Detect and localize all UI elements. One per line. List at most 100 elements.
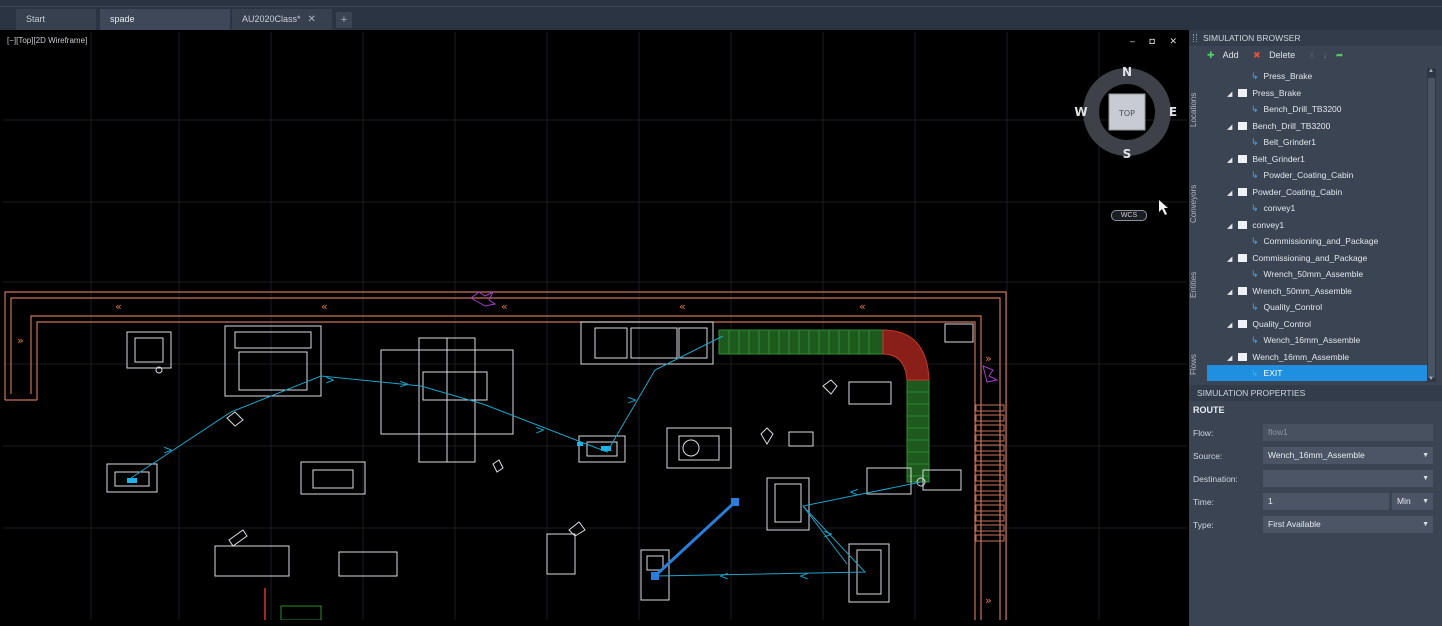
tree-item-label: Press_Brake [1263, 71, 1313, 81]
expand-triangle-icon[interactable]: ◢ [1227, 256, 1232, 263]
route-grip[interactable] [651, 572, 659, 580]
tree-flow-group[interactable]: ◢ Quality_Control [1207, 316, 1427, 332]
route-arrow-icon: ↳ [1251, 203, 1259, 213]
group-box-icon [1238, 154, 1248, 163]
side-tab-conveyors[interactable]: Conveyors [1189, 168, 1205, 240]
add-button[interactable]: ✚ Add [1207, 50, 1245, 60]
svg-text:<: < [849, 485, 859, 499]
tab-au2020class[interactable]: AU2020Class* ✕ [232, 9, 332, 30]
tree-flow-item[interactable]: ↳ Bench_Drill_TB3200 [1207, 101, 1427, 117]
new-tab-icon[interactable]: + [336, 12, 352, 28]
tab-start[interactable]: Start [16, 9, 96, 30]
expand-triangle-icon[interactable]: ◢ [1227, 322, 1232, 329]
selected-route[interactable] [653, 500, 737, 578]
viewport-window-controls[interactable]: – ◘ ✕ [1130, 36, 1183, 47]
tree-item-label: Bench_Drill_TB3200 [1263, 104, 1342, 114]
tree-flow-group[interactable]: ◢ Wench_16mm_Assemble [1207, 349, 1427, 365]
chevron-down-icon: ▼ [1422, 475, 1429, 482]
tree-flow-item[interactable]: ↳ Belt_Grinder1 [1207, 134, 1427, 150]
route-arrow-icon: ↳ [1251, 104, 1259, 114]
move-down-icon[interactable]: ↓ [1323, 50, 1328, 60]
side-tab-flows[interactable]: Flows [1189, 344, 1205, 386]
tab-label: Start [26, 14, 46, 24]
tree-flow-group[interactable]: ◢ Commissioning_and_Package [1207, 250, 1427, 266]
time-unit-value: Min [1397, 496, 1411, 506]
grip-icon[interactable] [1193, 34, 1197, 42]
simulation-browser-header: SIMULATION BROWSER [1189, 30, 1442, 46]
tab-bar-strip [0, 6, 1442, 7]
expand-triangle-icon[interactable]: ◢ [1227, 355, 1232, 362]
tree-flow-group[interactable]: ◢ Belt_Grinder1 [1207, 151, 1427, 167]
tree-flow-group[interactable]: ◢ Powder_Coating_Cabin [1207, 184, 1427, 200]
grid [3, 32, 1187, 620]
viewcube[interactable]: TOP N S W E [1074, 65, 1177, 161]
flow-field[interactable]: flow1 [1263, 424, 1433, 441]
type-select[interactable]: First Available ▼ [1263, 516, 1433, 533]
type-label: Type: [1193, 520, 1214, 530]
tree-item-label: convey1 [1263, 203, 1296, 213]
compass-south[interactable]: S [1123, 147, 1132, 161]
side-tab-entities[interactable]: Entities [1189, 258, 1205, 312]
group-box-icon [1238, 253, 1248, 262]
tree-flow-item[interactable]: ↳ convey1 [1207, 200, 1427, 216]
destination-select[interactable]: ▼ [1263, 470, 1433, 487]
tree-flow-item[interactable]: ↳ Wrench_50mm_Assemble [1207, 266, 1427, 282]
tree-flow-item[interactable]: ↳ Press_Brake [1207, 68, 1427, 84]
tree-flow-group[interactable]: ◢ convey1 [1207, 217, 1427, 233]
chevron-down-icon: ▼ [1422, 452, 1429, 459]
conveyor-curve-red [882, 329, 930, 381]
chevron-down-icon: ▼ [1422, 521, 1429, 528]
side-tab-locations[interactable]: Locations [1189, 74, 1205, 146]
tree-flow-item[interactable]: ↳ Quality_Control [1207, 299, 1427, 315]
document-tab-bar: Start spade demo10.26.2020*✕ AU2020Class… [0, 0, 1442, 46]
svg-text:<: < [799, 569, 809, 583]
flow-arrows: > > > > > < < < > [163, 373, 859, 583]
expand-triangle-icon[interactable]: ◢ [1227, 289, 1232, 296]
tree-scrollbar[interactable]: ▲ ▼ [1427, 68, 1436, 382]
tree-flow-item[interactable]: ↳ Powder_Coating_Cabin [1207, 167, 1427, 183]
move-up-icon[interactable]: ↑ [1310, 50, 1315, 60]
tree-flow-item[interactable]: ↳ EXIT [1207, 365, 1427, 381]
type-value: First Available [1268, 519, 1321, 529]
expand-triangle-icon[interactable]: ◢ [1227, 91, 1232, 98]
wcs-menu[interactable]: WCS [1111, 210, 1147, 221]
tab-spade-demo[interactable]: spade demo10.26.2020*✕ [100, 9, 230, 46]
source-select[interactable]: Wench_16mm_Assemble ▼ [1263, 447, 1433, 464]
tree-item-label: Belt_Grinder1 [1252, 153, 1305, 164]
time-value: 1 [1268, 496, 1273, 506]
forward-arrow-icon[interactable]: ➦ [1336, 50, 1344, 60]
expand-triangle-icon[interactable]: ◢ [1227, 124, 1232, 131]
svg-text:»: » [985, 352, 992, 365]
expand-triangle-icon[interactable]: ◢ [1227, 157, 1232, 164]
tree-item-label: Press_Brake [1252, 87, 1302, 98]
tab-close-icon[interactable]: ✕ [308, 14, 316, 25]
svg-text:«: « [115, 300, 122, 313]
scroll-up-icon[interactable]: ▲ [1428, 68, 1434, 74]
compass-east[interactable]: E [1169, 105, 1177, 119]
expand-triangle-icon[interactable]: ◢ [1227, 190, 1232, 197]
flow-value: flow1 [1268, 427, 1288, 437]
tree-flow-item[interactable]: ↳ Commissioning_and_Package [1207, 233, 1427, 249]
route-arrow-icon: ↳ [1251, 302, 1259, 312]
tree-item-label: convey1 [1252, 219, 1285, 230]
expand-triangle-icon[interactable]: ◢ [1227, 223, 1232, 230]
time-input[interactable]: 1 [1263, 493, 1389, 510]
tree-flow-item[interactable]: ↳ Wench_16mm_Assemble [1207, 332, 1427, 348]
tree-flow-group[interactable]: ◢ Press_Brake [1207, 85, 1427, 101]
compass-west[interactable]: W [1074, 105, 1087, 119]
drawing-canvas: ««« ««» »» >> > >>< < <> TOP N S W E [3, 32, 1187, 620]
route-grip[interactable] [731, 498, 739, 506]
viewcube-face[interactable]: TOP [1118, 109, 1135, 118]
viewport-controls-label[interactable]: [−][Top][2D Wireframe] [7, 36, 87, 45]
delete-button[interactable]: ✖ Delete [1253, 50, 1301, 60]
time-unit-select[interactable]: Min ▼ [1392, 493, 1433, 510]
drawing-viewport[interactable]: ««« ««» »» > > > > > < < < > TOP N S W E… [3, 32, 1187, 620]
tree-flow-group[interactable]: ◢ Bench_Drill_TB3200 [1207, 118, 1427, 134]
compass-north[interactable]: N [1122, 65, 1132, 79]
scroll-thumb[interactable] [1428, 78, 1435, 378]
simulation-panel: SIMULATION BROWSER ✚ Add ✖ Delete ↑ ↓ ➦ … [1189, 30, 1442, 626]
tree-flow-group[interactable]: ◢ Wrench_50mm_Assemble [1207, 283, 1427, 299]
scroll-down-icon[interactable]: ▼ [1428, 376, 1434, 382]
flow-routes [130, 335, 922, 577]
tree-item-label: Belt_Grinder1 [1263, 137, 1316, 147]
